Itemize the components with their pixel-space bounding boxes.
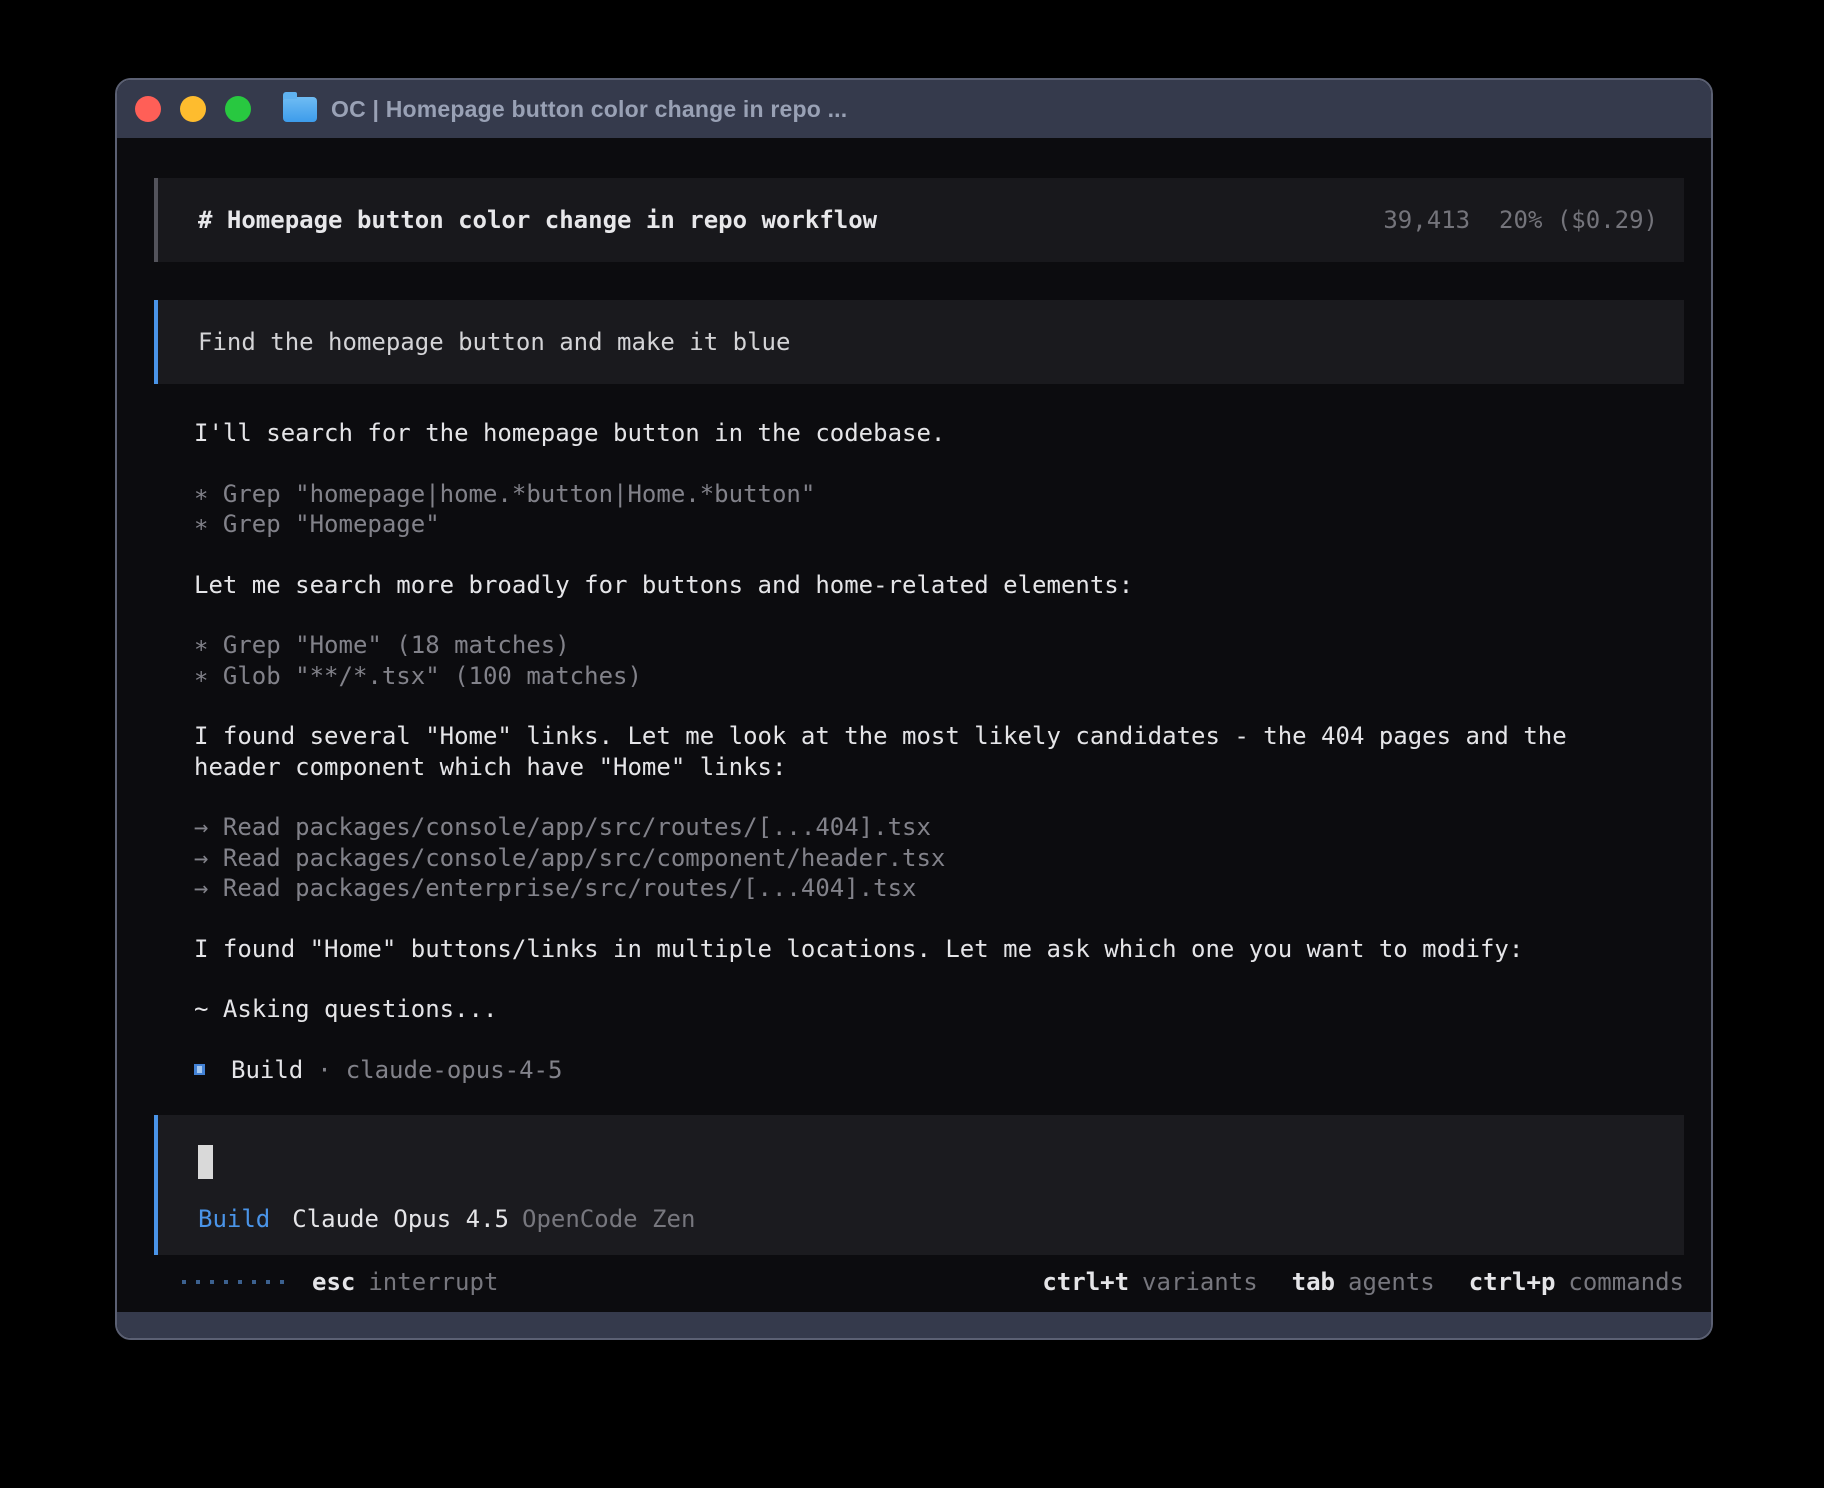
status-bar-left: esc interrupt xyxy=(182,1268,498,1296)
esc-key-hint: esc xyxy=(312,1268,355,1296)
assistant-text: Let me search more broadly for buttons a… xyxy=(194,570,1684,601)
assistant-message: I found several "Home" links. Let me loo… xyxy=(194,721,1684,782)
window-titlebar[interactable]: OC | Homepage button color change in rep… xyxy=(117,80,1711,138)
progress-dots xyxy=(182,1280,284,1284)
status-bar: esc interrupt ctrl+t variants tab agents… xyxy=(182,1268,1684,1296)
esc-key-label: interrupt xyxy=(368,1268,498,1296)
token-count: 39,413 xyxy=(1383,206,1470,234)
input-mode-badge[interactable]: Build xyxy=(198,1205,270,1233)
tool-call-glob: ∗ Glob "**/*.tsx" (100 matches) xyxy=(194,661,1684,692)
activity-text: ~ Asking questions... xyxy=(194,994,1684,1025)
hint-variants: ctrl+t variants xyxy=(1042,1268,1257,1296)
agent-model: claude-opus-4-5 xyxy=(346,1056,563,1084)
assistant-text: header component which have "Home" links… xyxy=(194,752,1684,783)
traffic-lights xyxy=(135,96,251,122)
tool-call-group: ∗ Grep "Home" (18 matches) ∗ Glob "**/*.… xyxy=(194,630,1684,691)
input-model-label[interactable]: Claude Opus 4.5 xyxy=(292,1205,509,1233)
tool-call-grep: ∗ Grep "homepage|home.*button|Home.*butt… xyxy=(194,479,1684,510)
agent-status-icon xyxy=(194,1064,205,1075)
session-title: # Homepage button color change in repo w… xyxy=(198,206,877,234)
user-message: Find the homepage button and make it blu… xyxy=(154,300,1684,384)
session-stats: 39,413 20% ($0.29) xyxy=(1383,206,1658,234)
input-footer: Build Claude Opus 4.5 OpenCode Zen xyxy=(198,1205,1658,1233)
terminal-window: OC | Homepage button color change in rep… xyxy=(115,78,1713,1340)
assistant-text: I'll search for the homepage button in t… xyxy=(194,418,1684,449)
terminal-content: # Homepage button color change in repo w… xyxy=(117,138,1711,1312)
hint-key: ctrl+p xyxy=(1469,1268,1556,1296)
tool-call-read: → Read packages/enterprise/src/routes/[.… xyxy=(194,873,1684,904)
assistant-activity: ~ Asking questions... xyxy=(194,994,1684,1025)
tool-call-read: → Read packages/console/app/src/componen… xyxy=(194,843,1684,874)
user-message-text: Find the homepage button and make it blu… xyxy=(198,328,790,356)
folder-icon xyxy=(283,97,317,122)
status-bar-right: ctrl+t variants tab agents ctrl+p comman… xyxy=(1042,1268,1684,1296)
assistant-message: I'll search for the homepage button in t… xyxy=(194,418,1684,449)
hint-agents: tab agents xyxy=(1292,1268,1435,1296)
assistant-message: Let me search more broadly for buttons a… xyxy=(194,570,1684,601)
tool-call-group: ∗ Grep "homepage|home.*button|Home.*butt… xyxy=(194,479,1684,540)
tool-call-grep: ∗ Grep "Home" (18 matches) xyxy=(194,630,1684,661)
maximize-button[interactable] xyxy=(225,96,251,122)
input-provider-label: OpenCode Zen xyxy=(522,1205,695,1233)
assistant-text: I found several "Home" links. Let me loo… xyxy=(194,721,1684,752)
tool-call-group: → Read packages/console/app/src/routes/[… xyxy=(194,812,1684,904)
agent-status-line: Build · claude-opus-4-5 xyxy=(194,1055,1684,1086)
hint-commands: ctrl+p commands xyxy=(1469,1268,1684,1296)
hint-key: ctrl+t xyxy=(1042,1268,1129,1296)
session-header: # Homepage button color change in repo w… xyxy=(154,178,1684,262)
hint-label: variants xyxy=(1142,1268,1258,1296)
prompt-input[interactable]: Build Claude Opus 4.5 OpenCode Zen xyxy=(154,1115,1684,1255)
window-title: OC | Homepage button color change in rep… xyxy=(331,96,847,123)
context-usage-cost: 20% ($0.29) xyxy=(1499,206,1658,234)
agent-name: Build xyxy=(231,1056,303,1084)
tool-call-grep: ∗ Grep "Homepage" xyxy=(194,509,1684,540)
close-button[interactable] xyxy=(135,96,161,122)
separator-dot: · xyxy=(317,1056,331,1084)
tool-call-read: → Read packages/console/app/src/routes/[… xyxy=(194,812,1684,843)
hint-label: commands xyxy=(1568,1268,1684,1296)
text-cursor xyxy=(198,1145,213,1179)
hint-key: tab xyxy=(1292,1268,1335,1296)
window-bottom-edge xyxy=(117,1312,1711,1338)
minimize-button[interactable] xyxy=(180,96,206,122)
hint-label: agents xyxy=(1348,1268,1435,1296)
assistant-message: I found "Home" buttons/links in multiple… xyxy=(194,934,1684,965)
assistant-text: I found "Home" buttons/links in multiple… xyxy=(194,934,1684,965)
